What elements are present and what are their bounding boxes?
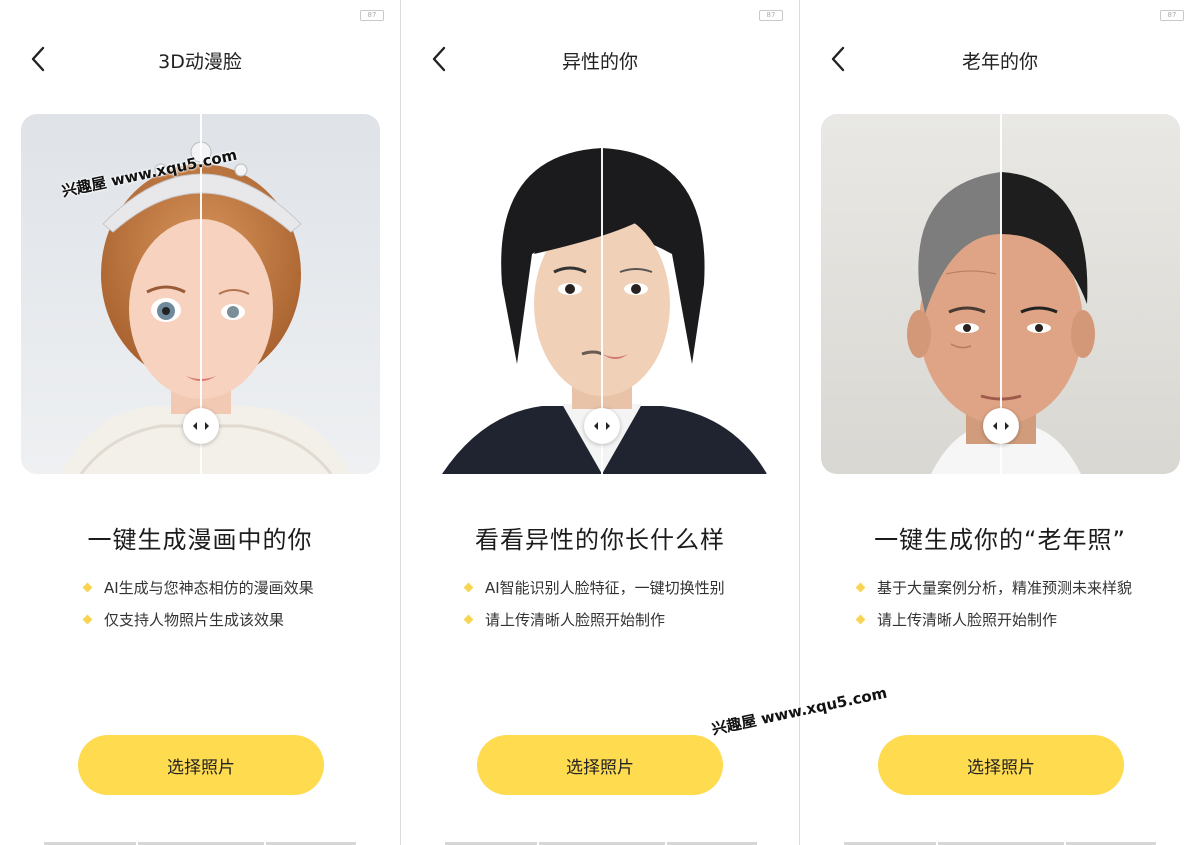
screen-aging: 87 老年的你 一键生成你的“老年照” 基于大量案例分析，精准预测未来样貌 请上…: [799, 0, 1200, 845]
battery-badge: 87: [759, 10, 783, 21]
battery-badge: 87: [1160, 10, 1184, 21]
feature-text: 基于大量案例分析，精准预测未来样貌: [877, 579, 1133, 597]
left-right-arrows-icon: [193, 422, 209, 430]
screens-container: 87 3D动漫脸 一键生成漫画中的你 AI生成与您神态相仿的漫画效果 仅支持人物…: [0, 0, 1200, 845]
battery-badge: 87: [360, 10, 384, 21]
select-photo-button[interactable]: 选择照片: [878, 735, 1124, 795]
headline: 一键生成漫画中的你: [87, 526, 313, 554]
feature-item: 仅支持人物照片生成该效果: [82, 608, 314, 640]
bullet-diamond-icon: [463, 614, 474, 625]
headline: 看看异性的你长什么样: [475, 526, 725, 554]
feature-text: 请上传清晰人脸照开始制作: [877, 611, 1058, 629]
comparison-image[interactable]: [821, 114, 1180, 474]
feature-text: 请上传清晰人脸照开始制作: [485, 611, 666, 629]
comparison-slider-handle[interactable]: [584, 408, 620, 444]
bullet-diamond-icon: [82, 582, 93, 593]
screen-cartoon-face: 87 3D动漫脸 一键生成漫画中的你 AI生成与您神态相仿的漫画效果 仅支持人物…: [0, 0, 400, 845]
feature-item: 请上传清晰人脸照开始制作: [463, 608, 725, 640]
feature-text: 仅支持人物照片生成该效果: [104, 611, 285, 629]
feature-item: 基于大量案例分析，精准预测未来样貌: [855, 576, 1133, 608]
select-photo-button[interactable]: 选择照片: [477, 735, 723, 795]
left-right-arrows-icon: [594, 422, 610, 430]
bullet-diamond-icon: [855, 614, 866, 625]
page-title: 异性的你: [561, 51, 638, 73]
bullet-diamond-icon: [463, 582, 474, 593]
select-photo-button[interactable]: 选择照片: [78, 735, 324, 795]
feature-list: 基于大量案例分析，精准预测未来样貌 请上传清晰人脸照开始制作: [855, 576, 1133, 640]
comparison-image[interactable]: [422, 114, 781, 474]
page-title: 3D动漫脸: [158, 51, 242, 73]
feature-list: AI生成与您神态相仿的漫画效果 仅支持人物照片生成该效果: [82, 576, 314, 640]
feature-item: AI智能识别人脸特征，一键切换性别: [463, 576, 725, 608]
feature-text: AI生成与您神态相仿的漫画效果: [104, 579, 314, 597]
feature-item: AI生成与您神态相仿的漫画效果: [82, 576, 314, 608]
left-right-arrows-icon: [993, 422, 1009, 430]
feature-list: AI智能识别人脸特征，一键切换性别 请上传清晰人脸照开始制作: [463, 576, 725, 640]
comparison-slider-handle[interactable]: [183, 408, 219, 444]
headline: 一键生成你的“老年照”: [874, 526, 1126, 554]
feature-text: AI智能识别人脸特征，一键切换性别: [485, 579, 725, 597]
page-title: 老年的你: [961, 51, 1038, 73]
bullet-diamond-icon: [82, 614, 93, 625]
comparison-slider-handle[interactable]: [983, 408, 1019, 444]
feature-item: 请上传清晰人脸照开始制作: [855, 608, 1132, 640]
bullet-diamond-icon: [855, 582, 866, 593]
